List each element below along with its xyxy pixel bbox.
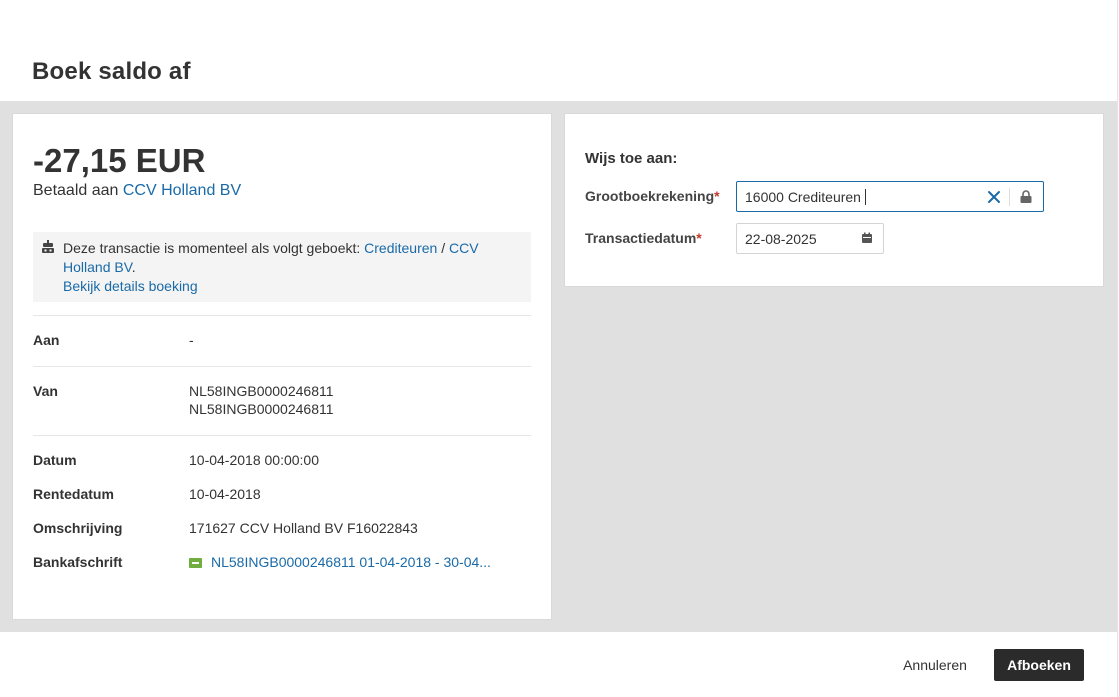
transaction-date-label: Transactiedatum* [585,230,702,246]
booking-notice: Deze transactie is momenteel als volgt g… [33,232,531,302]
from-value-line2: NL58INGB0000246811 [189,401,334,417]
from-value: NL58INGB0000246811 NL58INGB0000246811 [189,382,334,418]
interest-date-value: 10-04-2018 [189,486,261,502]
divider [33,315,531,316]
bank-statement-icon [189,558,202,568]
modal-dialog: Boek saldo af -27,15 EUR Betaald aan CCV… [0,0,1118,697]
to-value: - [189,332,194,348]
interest-date-label: Rentedatum [33,486,114,502]
notice-text: Deze transactie is momenteel als volgt g… [63,240,365,256]
calendar-icon[interactable] [861,232,873,244]
description-value: 171627 CCV Holland BV F16022843 [189,520,418,536]
submit-button[interactable]: Afboeken [994,649,1084,681]
notice-separator: / [437,240,449,256]
to-label: Aan [33,332,60,348]
field-divider [1009,188,1010,206]
ledger-account-field [736,181,1044,212]
assign-card: Wijs toe aan: Grootboekrekening* Transac… [564,113,1104,287]
modal-footer: Annuleren Afboeken [0,632,1117,697]
divider [33,435,531,436]
required-mark: * [696,230,702,246]
bank-statement-value: NL58INGB0000246811 01-04-2018 - 30-04... [189,553,491,571]
notice-period: . [131,259,136,275]
transaction-card: -27,15 EUR Betaald aan CCV Holland BV De… [12,113,552,620]
date-label: Datum [33,452,77,468]
date-value: 10-04-2018 00:00:00 [189,452,319,468]
lock-icon[interactable] [1017,188,1035,206]
from-label: Van [33,383,58,399]
bank-statement-label: Bankafschrift [33,554,123,570]
paid-to: Betaald aan CCV Holland BV [33,182,241,200]
paid-to-link[interactable]: CCV Holland BV [123,182,241,199]
divider [33,366,531,367]
modal-header: Boek saldo af [0,0,1117,101]
close-icon[interactable] [985,188,1003,206]
ledger-account-label-text: Grootboekrekening [585,188,715,204]
bank-statement-link[interactable]: NL58INGB0000246811 01-04-2018 - 30-04... [211,554,491,570]
from-value-line1: NL58INGB0000246811 [189,383,334,399]
transaction-amount: -27,15 EUR [33,142,206,179]
description-label: Omschrijving [33,520,123,536]
modal-body: -27,15 EUR Betaald aan CCV Holland BV De… [0,101,1117,632]
assign-title: Wijs toe aan: [585,150,678,167]
required-mark: * [714,188,720,204]
ledger-account-label: Grootboekrekening* [585,188,720,204]
robot-icon [42,240,54,253]
view-booking-details-link[interactable]: Bekijk details boeking [63,278,198,294]
notice-account-link[interactable]: Crediteuren [364,240,437,256]
transaction-date-input[interactable] [737,224,855,253]
dialog-title: Boek saldo af [32,58,191,85]
ledger-account-input[interactable] [737,182,975,211]
cancel-button[interactable]: Annuleren [890,650,980,680]
transaction-date-label-text: Transactiedatum [585,230,697,246]
transaction-date-field [736,223,884,254]
paid-to-prefix: Betaald aan [33,182,123,199]
text-cursor [865,189,866,205]
